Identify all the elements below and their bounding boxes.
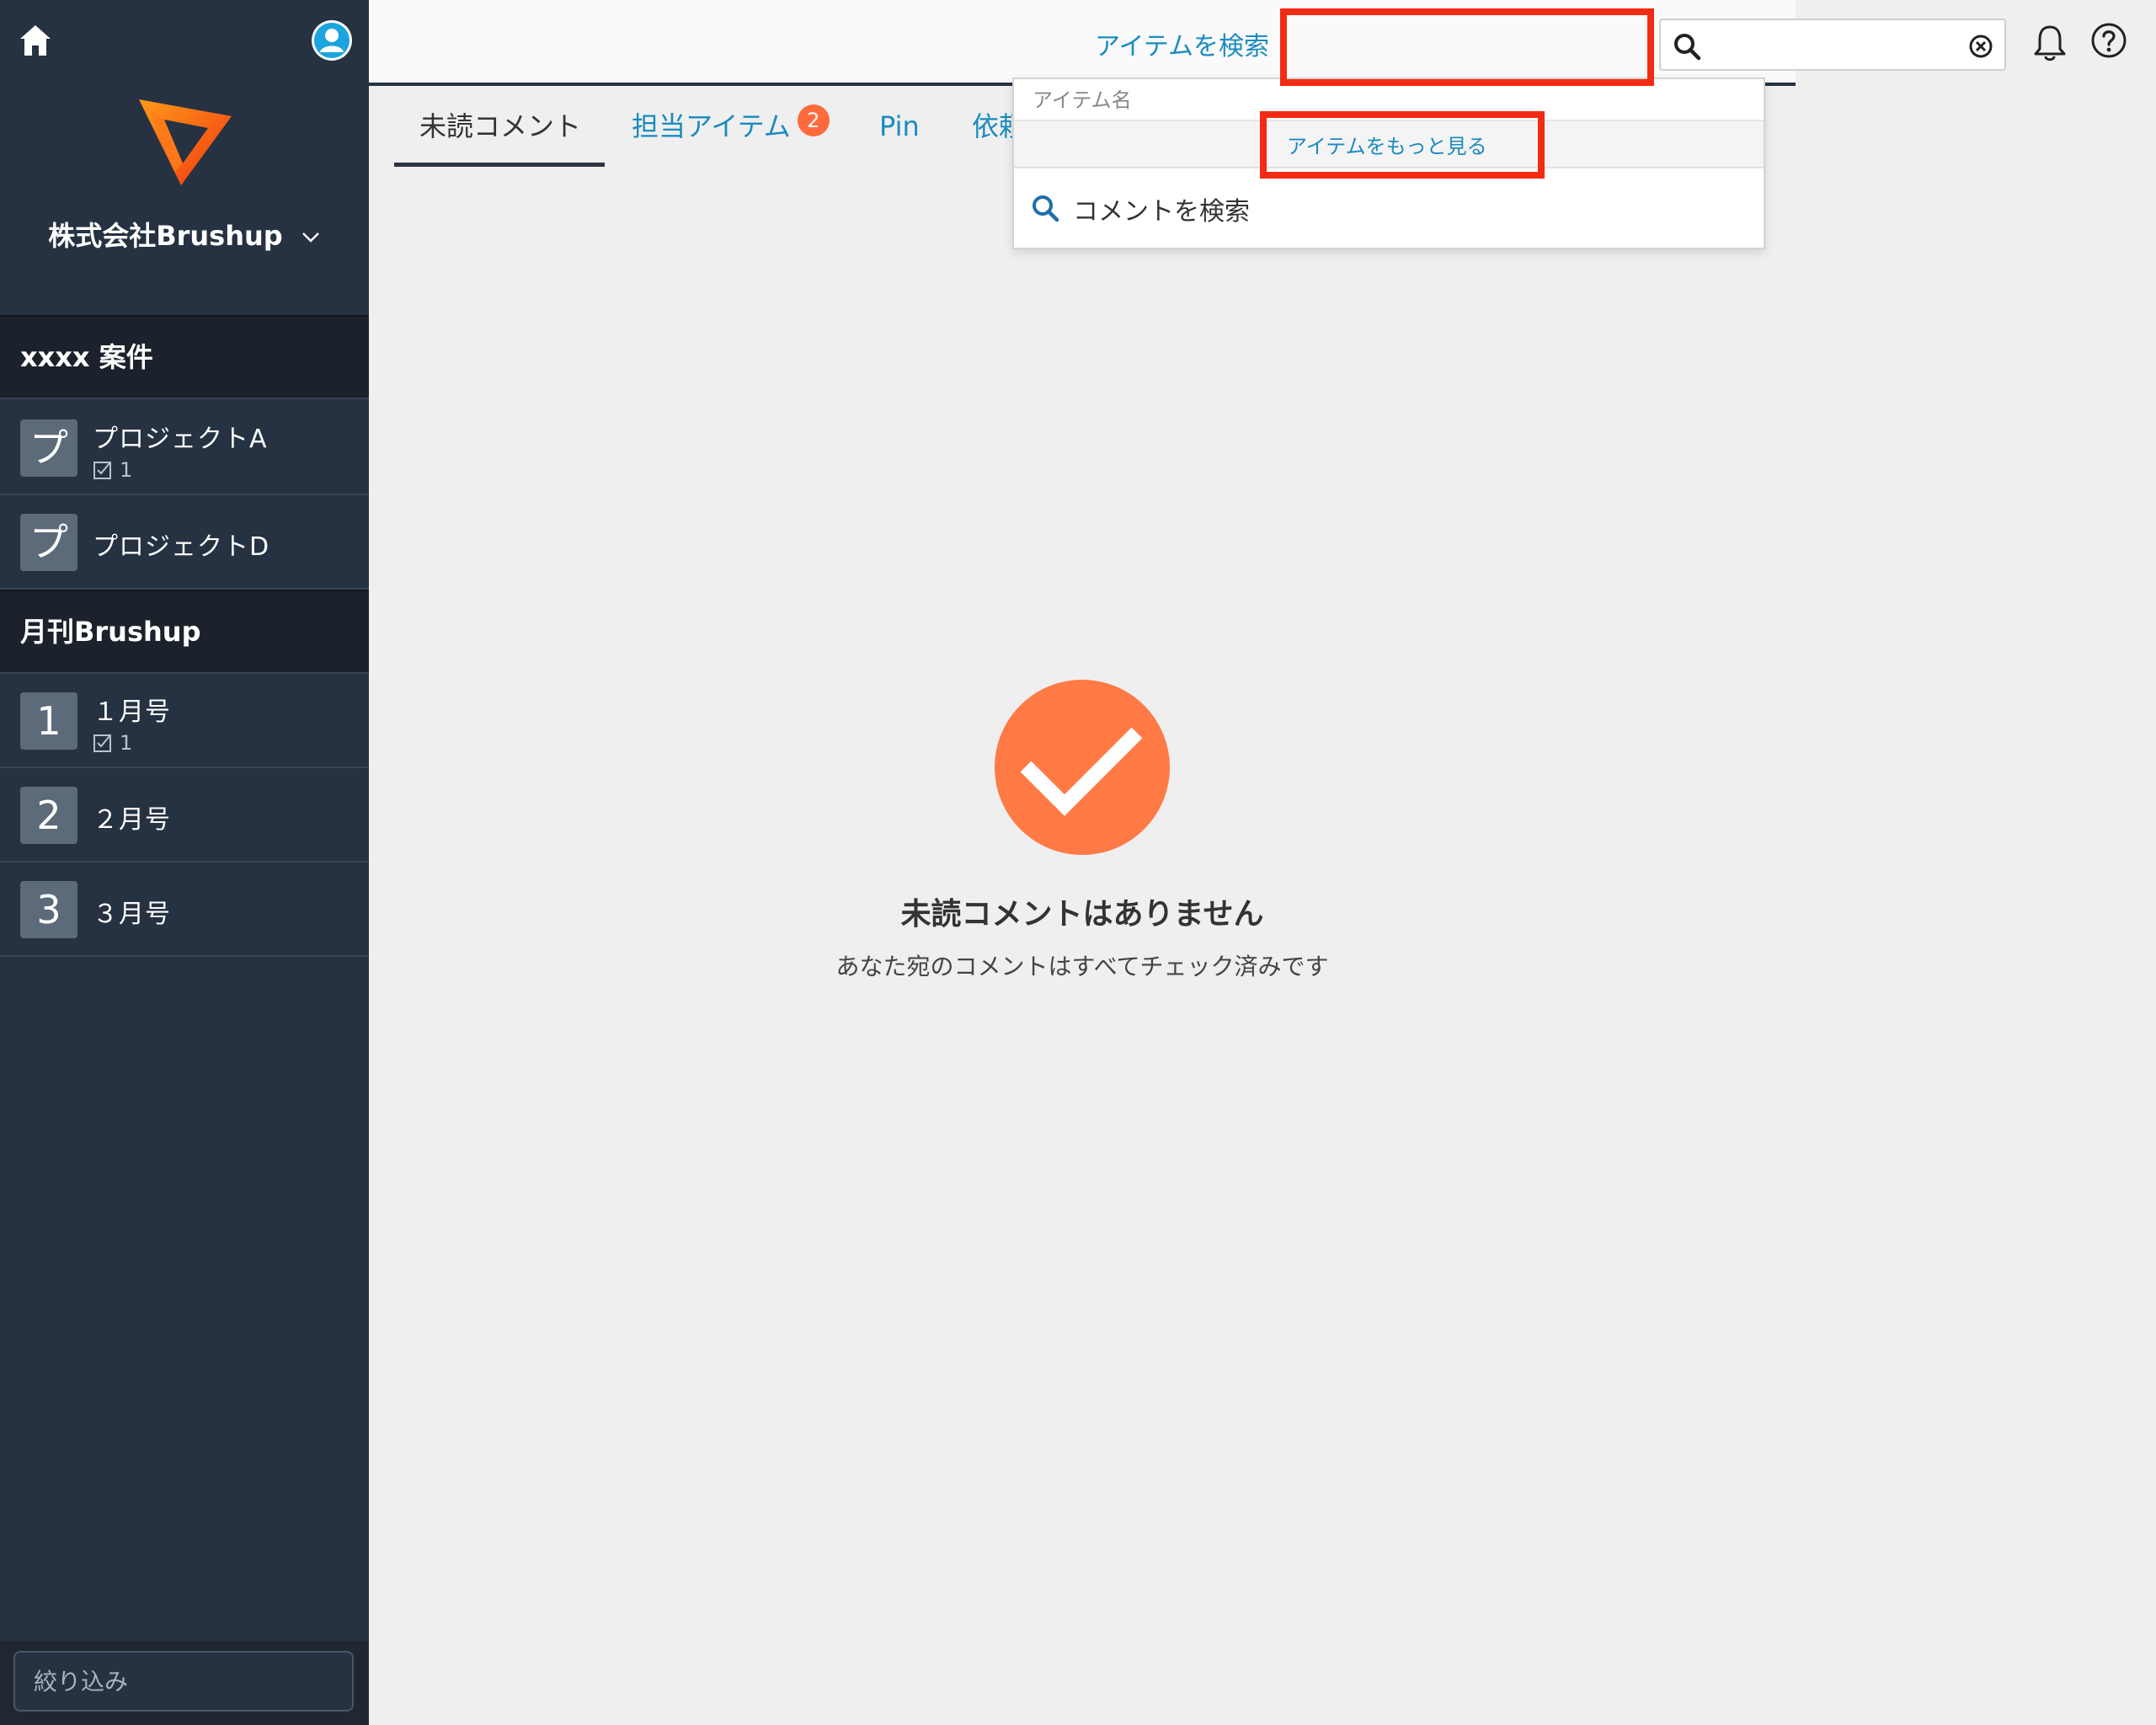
brushup-logo bbox=[139, 99, 232, 185]
search-icon bbox=[1033, 195, 1059, 222]
empty-state-subtitle: あなた宛のコメントはすべてチェック済みです bbox=[835, 953, 1329, 980]
bell-icon[interactable] bbox=[2031, 24, 2068, 62]
empty-state-title: 未読コメントはありません bbox=[900, 897, 1264, 932]
org-name: 株式会社Brushup bbox=[48, 220, 283, 252]
search-box[interactable] bbox=[1659, 19, 2006, 71]
user-avatar-icon[interactable] bbox=[310, 19, 354, 62]
count-badge: 2 bbox=[797, 104, 830, 136]
org-switcher[interactable]: 株式会社Brushup bbox=[0, 215, 369, 254]
sidebar-item-project-d[interactable]: プ プロジェクトD bbox=[0, 495, 369, 590]
item-count: 1 bbox=[93, 731, 132, 755]
item-count: 1 bbox=[93, 458, 132, 482]
checklist-icon bbox=[93, 734, 111, 752]
search-comments-label: コメントを検索 bbox=[1073, 197, 1250, 227]
sidebar-item-project-a[interactable]: プ プロジェクトA 1 bbox=[0, 401, 369, 495]
search-input[interactable] bbox=[1708, 27, 1961, 64]
home-icon[interactable] bbox=[15, 20, 56, 61]
tab-label: Pin bbox=[879, 110, 920, 142]
item-tile: プ bbox=[20, 419, 77, 477]
sidebar-item-february[interactable]: 2 ２月号 bbox=[0, 768, 369, 862]
item-tile: 1 bbox=[20, 692, 77, 750]
tab-unread-comments[interactable]: 未読コメント bbox=[394, 86, 605, 167]
search-icon bbox=[1674, 34, 1701, 61]
tab-label: 未読コメント bbox=[419, 110, 582, 142]
sidebar-item-label: プロジェクトA bbox=[93, 425, 268, 454]
checkmark-icon bbox=[995, 680, 1170, 855]
checklist-icon bbox=[93, 462, 111, 479]
sidebar-item-label: １月号 bbox=[93, 697, 171, 727]
sidebar: 株式会社Brushup xxxx 案件 プ プロジェクトA 1 プ プロジェクト… bbox=[0, 0, 369, 1725]
sidebar-item-january[interactable]: 1 １月号 1 bbox=[0, 674, 369, 768]
highlight-search-box bbox=[1280, 8, 1654, 86]
tab-assigned-items[interactable]: 担当アイテム 2 bbox=[632, 86, 830, 167]
item-count-value: 1 bbox=[120, 731, 133, 755]
search-items-link[interactable]: アイテムを検索 bbox=[1095, 25, 1269, 62]
highlight-see-more bbox=[1260, 111, 1545, 179]
group-header[interactable]: xxxx 案件 bbox=[0, 315, 369, 399]
sidebar-item-march[interactable]: 3 ３月号 bbox=[0, 862, 369, 957]
item-tile: 2 bbox=[20, 787, 77, 844]
group-header[interactable]: 月刊Brushup bbox=[0, 590, 369, 674]
clear-icon[interactable] bbox=[1967, 33, 1994, 60]
tab-label: 担当アイテム bbox=[632, 110, 791, 142]
sidebar-item-label: ３月号 bbox=[93, 900, 171, 929]
filter-bar bbox=[0, 1641, 369, 1725]
item-tile: プ bbox=[20, 514, 77, 571]
tab-pin[interactable]: Pin bbox=[879, 86, 920, 167]
help-icon[interactable] bbox=[2090, 22, 2127, 59]
filter-input[interactable] bbox=[13, 1651, 354, 1712]
search-comments-option[interactable]: コメントを検索 bbox=[1014, 170, 1764, 248]
sidebar-item-label: ２月号 bbox=[93, 805, 171, 835]
item-count-value: 1 bbox=[120, 458, 133, 482]
item-tile: 3 bbox=[20, 881, 77, 938]
sidebar-item-label: プロジェクトD bbox=[93, 532, 270, 562]
chevron-down-icon bbox=[302, 232, 319, 243]
